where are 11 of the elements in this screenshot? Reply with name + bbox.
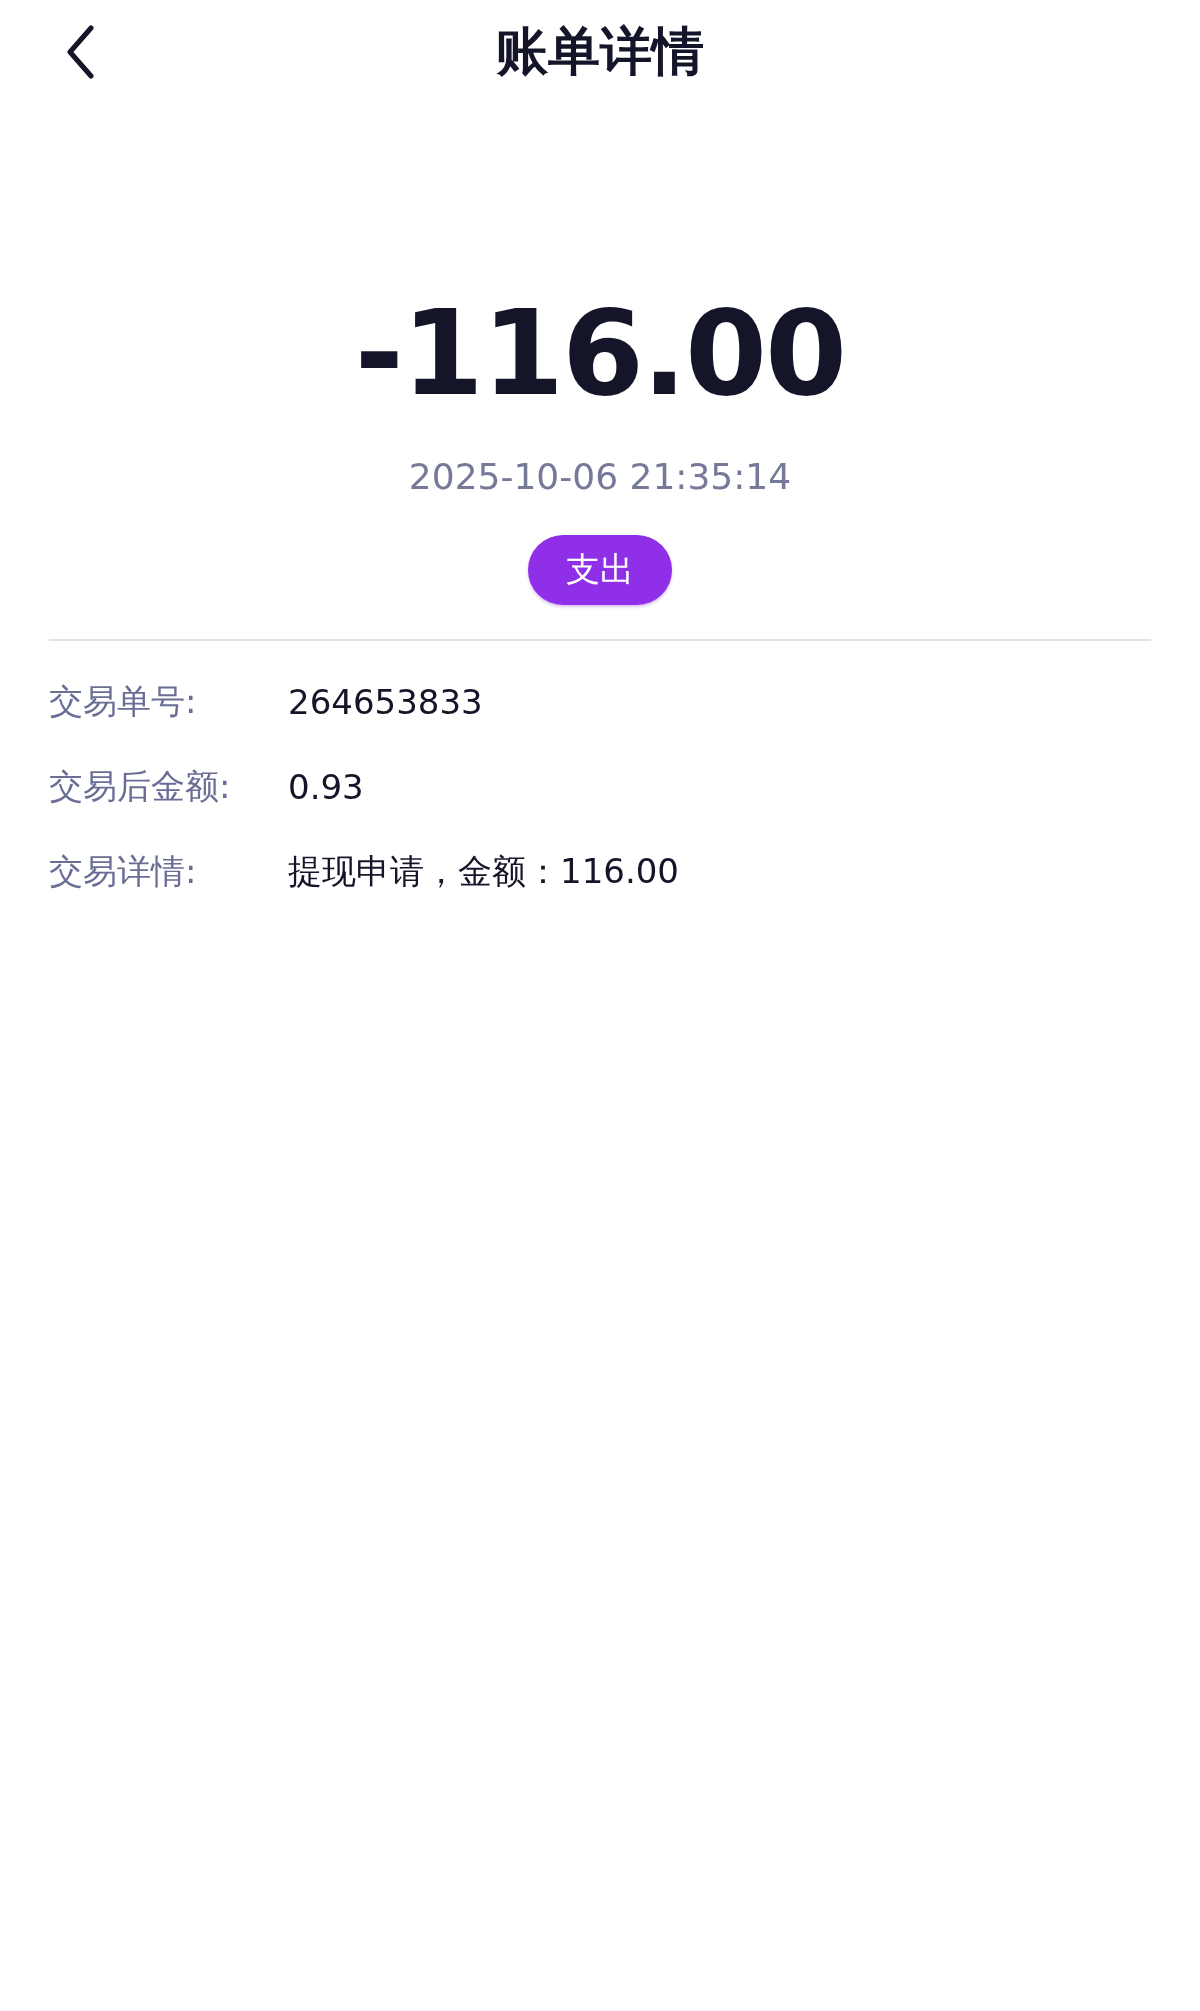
detail-label: 交易后金额: — [49, 764, 232, 808]
type-tag: 支出 — [528, 535, 672, 605]
transaction-time: 2025-10-06 21:35:14 — [408, 456, 792, 497]
detail-value: 提现申请，金额：116.00 — [288, 849, 679, 893]
detail-value: 0.93 — [288, 766, 364, 807]
amount: -116.00 — [354, 294, 846, 412]
detail-value: 264653833 — [288, 681, 483, 722]
detail-label: 交易详情: — [49, 849, 198, 893]
back-icon — [65, 25, 95, 79]
page-title: 账单详情 — [496, 20, 704, 83]
detail-label: 交易单号: — [49, 679, 198, 723]
